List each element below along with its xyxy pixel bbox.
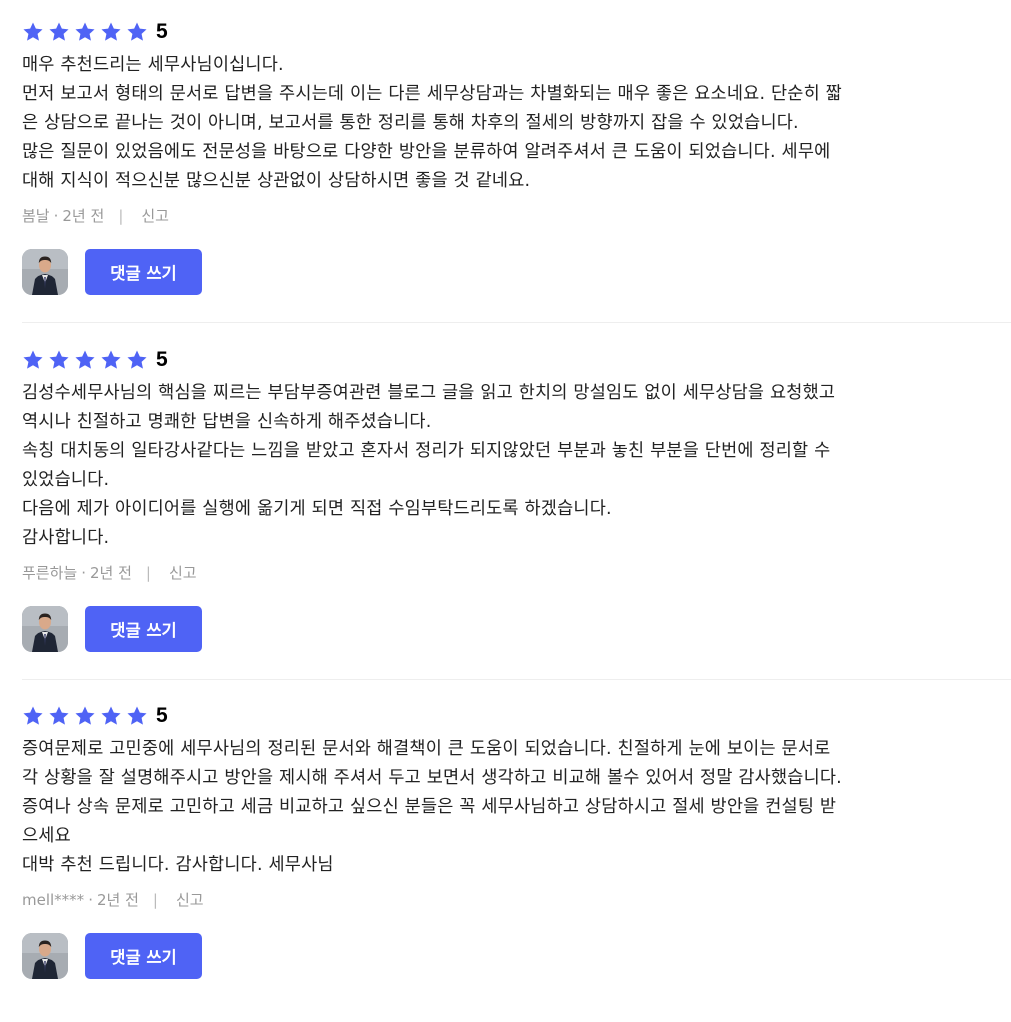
star-icon bbox=[22, 705, 44, 727]
review-time: 2년 전 bbox=[96, 891, 139, 909]
star-icon bbox=[22, 349, 44, 371]
review-text-line: 있었습니다. bbox=[22, 470, 110, 490]
meta-separator: | bbox=[145, 564, 151, 582]
review-text-line: 김성수세무사님의 핵심을 찌르는 부담부증여관련 블로그 글을 읽고 한치의 망… bbox=[22, 383, 836, 403]
report-link[interactable]: 신고 bbox=[141, 207, 169, 225]
review-text-line: 속칭 대치동의 일타강사같다는 느낌을 받았고 혼자서 정리가 되지않았던 부분… bbox=[22, 441, 831, 461]
review-author: 봄날 bbox=[22, 207, 50, 225]
review-meta: 푸른하늘 · 2년 전 | 신고 bbox=[22, 562, 1011, 584]
star-icon bbox=[126, 349, 148, 371]
review-text-line: 대박 추천 드립니다. 감사합니다. 세무사님 bbox=[22, 855, 334, 875]
review-text-line: 증여나 상속 문제로 고민하고 세금 비교하고 싶으신 분들은 꼭 세무사님하고… bbox=[22, 797, 837, 817]
rating-score: 5 bbox=[156, 704, 168, 727]
star-icon bbox=[100, 21, 122, 43]
review-text-line: 매우 추천드리는 세무사님이십니다. bbox=[22, 55, 284, 75]
write-comment-button[interactable]: 댓글 쓰기 bbox=[85, 606, 202, 652]
review-list: 5 매우 추천드리는 세무사님이십니다. 먼저 보고서 형태의 문서로 답변을 주… bbox=[0, 0, 1011, 999]
avatar bbox=[22, 606, 68, 652]
star-icon bbox=[48, 705, 70, 727]
review-time: 2년 전 bbox=[62, 207, 105, 225]
review-text-line: 증여문제로 고민중에 세무사님의 정리된 문서와 해결책이 큰 도움이 되었습니… bbox=[22, 739, 831, 759]
review-time: 2년 전 bbox=[89, 564, 132, 582]
review-text: 김성수세무사님의 핵심을 찌르는 부담부증여관련 블로그 글을 읽고 한치의 망… bbox=[22, 379, 1011, 553]
star-rating bbox=[22, 705, 152, 727]
write-comment-button[interactable]: 댓글 쓰기 bbox=[85, 933, 202, 979]
review-text-line: 각 상황을 잘 설명해주시고 방안을 제시해 주셔서 두고 보면서 생각하고 비… bbox=[22, 768, 842, 788]
review-text-line: 역시나 친절하고 명쾌한 답변을 신속하게 해주셨습니다. bbox=[22, 412, 432, 432]
meta-dot: · bbox=[53, 207, 59, 225]
star-icon bbox=[100, 705, 122, 727]
review-item: 5 김성수세무사님의 핵심을 찌르는 부담부증여관련 블로그 글을 읽고 한치의… bbox=[22, 323, 1011, 680]
review-author: 푸른하늘 bbox=[22, 564, 78, 582]
meta-dot: · bbox=[81, 564, 86, 582]
review-actions: 댓글 쓰기 bbox=[22, 606, 1011, 652]
review-text-line: 으세요 bbox=[22, 826, 71, 846]
star-rating bbox=[22, 349, 152, 371]
review-text-line: 많은 질문이 있었음에도 전문성을 바탕으로 다양한 방안을 분류하여 알려주셔… bbox=[22, 142, 831, 162]
review-meta: 봄날 · 2년 전 | 신고 bbox=[22, 205, 1011, 227]
report-link[interactable]: 신고 bbox=[169, 564, 197, 582]
review-item: 5 증여문제로 고민중에 세무사님의 정리된 문서와 해결책이 큰 도움이 되었… bbox=[22, 680, 1011, 999]
review-text-line: 다음에 제가 아이디어를 실행에 옮기게 되면 직접 수임부탁드리도록 하겠습니… bbox=[22, 499, 612, 519]
review-text-line: 대해 지식이 적으신분 많으신분 상관없이 상담하시면 좋을 것 같네요. bbox=[22, 171, 531, 191]
meta-separator: | bbox=[118, 207, 124, 225]
meta-separator: | bbox=[152, 891, 158, 909]
review-item: 5 매우 추천드리는 세무사님이십니다. 먼저 보고서 형태의 문서로 답변을 주… bbox=[22, 0, 1011, 323]
review-text-line: 은 상담으로 끝나는 것이 아니며, 보고서를 통한 정리를 통해 차후의 절세… bbox=[22, 113, 799, 133]
star-icon bbox=[74, 705, 96, 727]
review-text-line: 먼저 보고서 형태의 문서로 답변을 주시는데 이는 다른 세무상담과는 차별화… bbox=[22, 84, 842, 104]
star-icon bbox=[126, 705, 148, 727]
star-icon bbox=[48, 349, 70, 371]
star-icon bbox=[48, 21, 70, 43]
review-author: mell**** bbox=[22, 891, 85, 909]
star-icon bbox=[100, 349, 122, 371]
review-actions: 댓글 쓰기 bbox=[22, 933, 1011, 979]
rating-score: 5 bbox=[156, 20, 168, 43]
write-comment-button[interactable]: 댓글 쓰기 bbox=[85, 249, 202, 295]
star-rating bbox=[22, 21, 152, 43]
star-icon bbox=[74, 349, 96, 371]
report-link[interactable]: 신고 bbox=[176, 891, 204, 909]
star-icon bbox=[126, 21, 148, 43]
review-text-line: 감사합니다. bbox=[22, 528, 110, 548]
rating-row: 5 bbox=[22, 701, 1011, 731]
star-icon bbox=[22, 21, 44, 43]
rating-row: 5 bbox=[22, 17, 1011, 47]
review-actions: 댓글 쓰기 bbox=[22, 249, 1011, 295]
rating-score: 5 bbox=[156, 348, 168, 371]
avatar bbox=[22, 933, 68, 979]
rating-row: 5 bbox=[22, 345, 1011, 375]
review-meta: mell**** · 2년 전 | 신고 bbox=[22, 889, 1011, 911]
meta-dot: · bbox=[88, 891, 93, 909]
avatar bbox=[22, 249, 68, 295]
review-text: 증여문제로 고민중에 세무사님의 정리된 문서와 해결책이 큰 도움이 되었습니… bbox=[22, 735, 1011, 880]
review-text: 매우 추천드리는 세무사님이십니다. 먼저 보고서 형태의 문서로 답변을 주시는… bbox=[22, 51, 1011, 196]
star-icon bbox=[74, 21, 96, 43]
